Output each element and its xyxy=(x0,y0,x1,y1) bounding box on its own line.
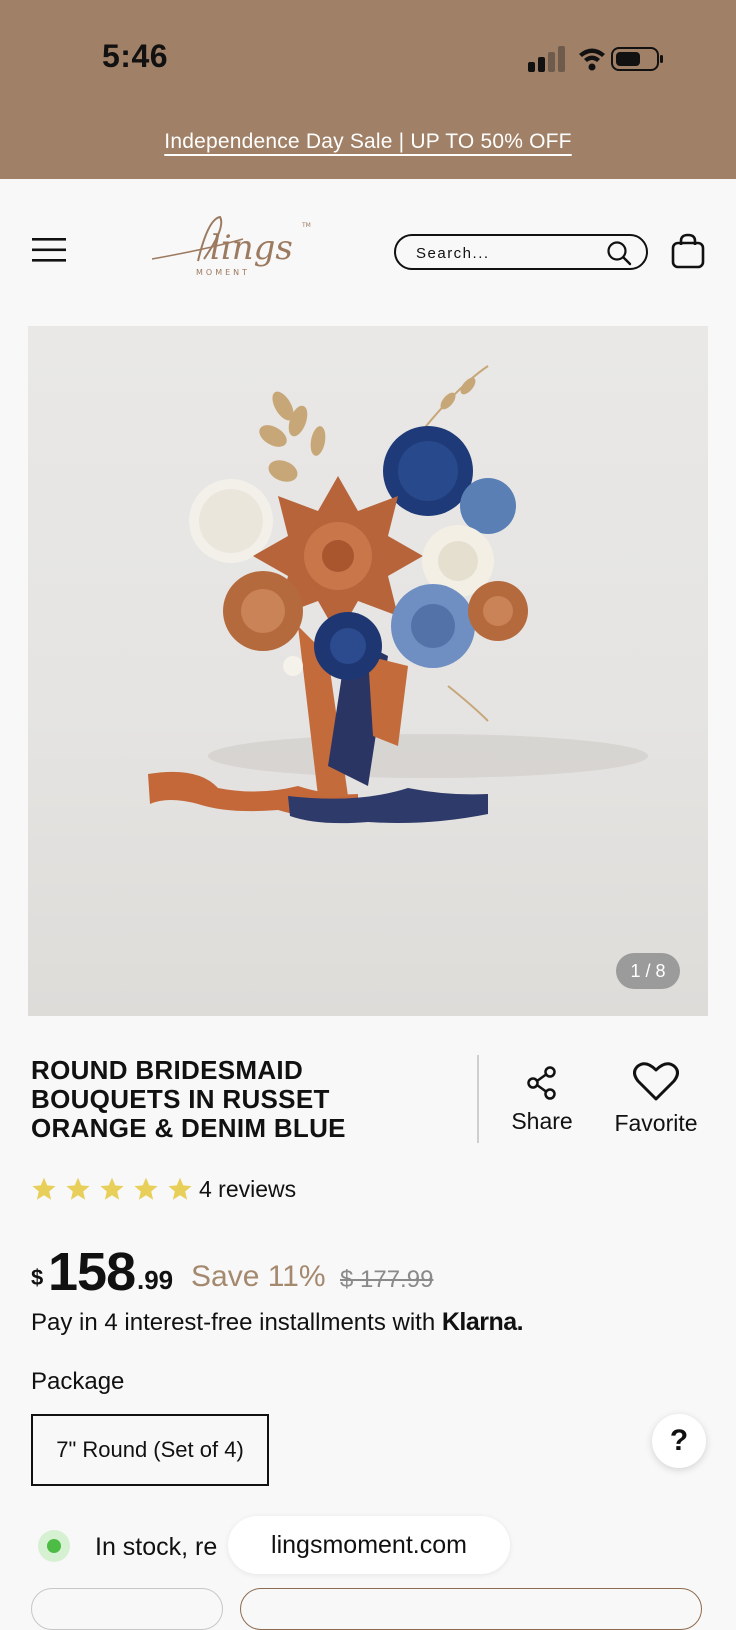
review-count[interactable]: 4 reviews xyxy=(199,1176,296,1203)
help-button[interactable]: ? xyxy=(652,1414,706,1468)
promo-link-wrap: Independence Day Sale | UP TO 50% OFF xyxy=(0,130,736,154)
favorite-button[interactable]: Favorite xyxy=(604,1062,708,1137)
stock-status: In stock, re xyxy=(95,1533,218,1561)
klarna-message[interactable]: Pay in 4 interest-free installments with… xyxy=(31,1308,524,1337)
package-option-button[interactable]: 7" Round (Set of 4) xyxy=(31,1414,269,1486)
star-icon xyxy=(168,1177,192,1200)
battery-icon xyxy=(611,47,663,71)
wifi-icon xyxy=(579,48,605,71)
svg-text:TM: TM xyxy=(301,222,311,229)
favorite-label: Favorite xyxy=(614,1110,698,1136)
browser-url-bar[interactable]: lingsmoment.com xyxy=(228,1516,510,1574)
bouquet-illustration xyxy=(148,365,648,824)
svg-text:lings: lings xyxy=(210,228,293,268)
status-time: 5:46 xyxy=(102,38,169,74)
star-icon xyxy=(100,1177,124,1200)
status-icons xyxy=(528,46,663,72)
svg-text:MOMENT: MOMENT xyxy=(196,268,250,277)
klarna-logo: Klarna. xyxy=(441,1308,524,1336)
klarna-text: Pay in 4 interest-free installments with xyxy=(31,1309,436,1336)
search-input[interactable] xyxy=(414,241,598,265)
save-badge: Save 11% xyxy=(191,1260,326,1293)
image-counter: 1 / 8 xyxy=(616,953,680,989)
product-title: ROUND BRIDESMAID BOUQUETS IN RUSSET ORAN… xyxy=(31,1055,346,1143)
cellular-signal-icon xyxy=(528,46,565,72)
rating[interactable]: 4 reviews xyxy=(31,1175,296,1203)
package-label: Package xyxy=(31,1368,125,1395)
add-to-cart-button[interactable] xyxy=(240,1588,702,1630)
site-header: lings MOMENT TM xyxy=(0,179,736,299)
share-label: Share xyxy=(511,1108,573,1134)
search-box[interactable] xyxy=(394,234,648,270)
heart-icon xyxy=(633,1062,679,1101)
shopping-bag-icon[interactable] xyxy=(670,233,706,269)
price-dollars: 158 xyxy=(48,1242,136,1302)
product-image[interactable] xyxy=(28,326,708,1016)
in-stock-indicator xyxy=(38,1530,70,1562)
price-currency: $ xyxy=(31,1265,44,1290)
brand-logo[interactable]: lings MOMENT TM xyxy=(148,209,318,289)
search-icon[interactable] xyxy=(606,240,632,266)
divider xyxy=(477,1055,479,1143)
share-button[interactable]: Share xyxy=(500,1066,584,1135)
star-icon xyxy=(66,1177,90,1200)
price-cents: .99 xyxy=(137,1265,174,1295)
star-icon xyxy=(134,1177,158,1200)
promo-link[interactable]: Independence Day Sale | UP TO 50% OFF xyxy=(164,130,571,153)
original-price: $ 177.99 xyxy=(340,1266,434,1293)
star-icon xyxy=(32,1177,56,1200)
quantity-selector[interactable] xyxy=(31,1588,223,1630)
share-icon xyxy=(527,1066,556,1100)
hamburger-menu-icon[interactable] xyxy=(32,237,66,263)
